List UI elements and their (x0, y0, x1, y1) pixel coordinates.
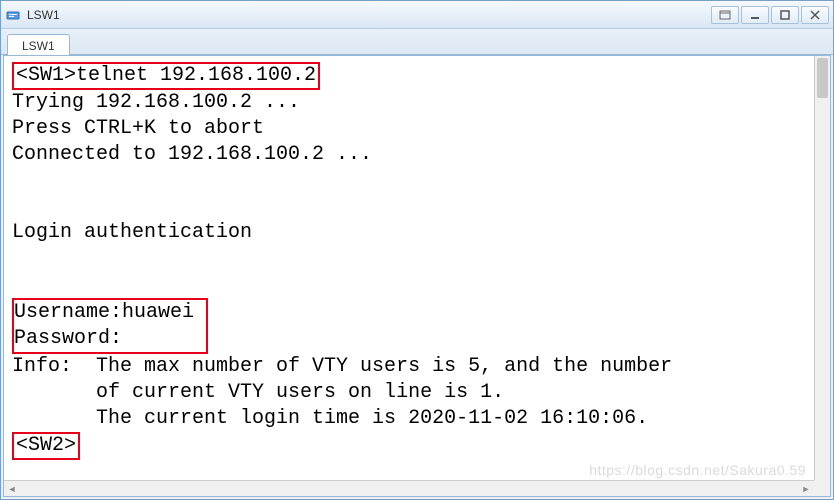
app-window: LSW1 LSW1 <SW1>telnet 192.168.100.2 Tryi… (0, 0, 834, 500)
terminal-line: Trying 192.168.100.2 ... (12, 91, 300, 114)
terminal-line: Press CTRL+K to abort (12, 117, 264, 140)
vertical-scrollbar[interactable] (814, 56, 830, 480)
scroll-corner (814, 480, 830, 496)
close-button[interactable] (801, 6, 829, 24)
vertical-scroll-thumb[interactable] (817, 58, 828, 98)
horizontal-scrollbar[interactable]: ◄ ► (4, 480, 814, 496)
tab-lsw1[interactable]: LSW1 (7, 34, 70, 56)
terminal-line: of current VTY users on line is 1. (12, 381, 504, 404)
terminal-container: <SW1>telnet 192.168.100.2 Trying 192.168… (3, 55, 831, 497)
scroll-left-arrow[interactable]: ◄ (4, 482, 20, 496)
terminal-line: Login authentication (12, 221, 252, 244)
highlight-cmd: <SW1>telnet 192.168.100.2 (12, 62, 320, 90)
maximize-button[interactable] (771, 6, 799, 24)
window-controls (711, 6, 829, 24)
window-title: LSW1 (27, 8, 711, 22)
tabbar: LSW1 (1, 29, 833, 55)
highlight-prompt: <SW2> (12, 432, 80, 460)
terminal-line: Username:huawei (14, 301, 194, 324)
terminal-line: Info: The max number of VTY users is 5, … (12, 355, 672, 378)
tab-label: LSW1 (22, 39, 55, 53)
highlight-credentials: Username:huawei Password: (12, 298, 208, 354)
terminal-line: Connected to 192.168.100.2 ... (12, 143, 372, 166)
terminal-output[interactable]: <SW1>telnet 192.168.100.2 Trying 192.168… (4, 56, 814, 480)
scroll-right-arrow[interactable]: ► (798, 482, 814, 496)
watermark: https://blog.csdn.net/Sakura0.59 (589, 462, 806, 478)
app-icon (5, 7, 21, 23)
terminal-line: The current login time is 2020-11-02 16:… (12, 407, 648, 430)
options-button[interactable] (711, 6, 739, 24)
minimize-button[interactable] (741, 6, 769, 24)
terminal-line: Password: (14, 327, 122, 350)
titlebar: LSW1 (1, 1, 833, 29)
